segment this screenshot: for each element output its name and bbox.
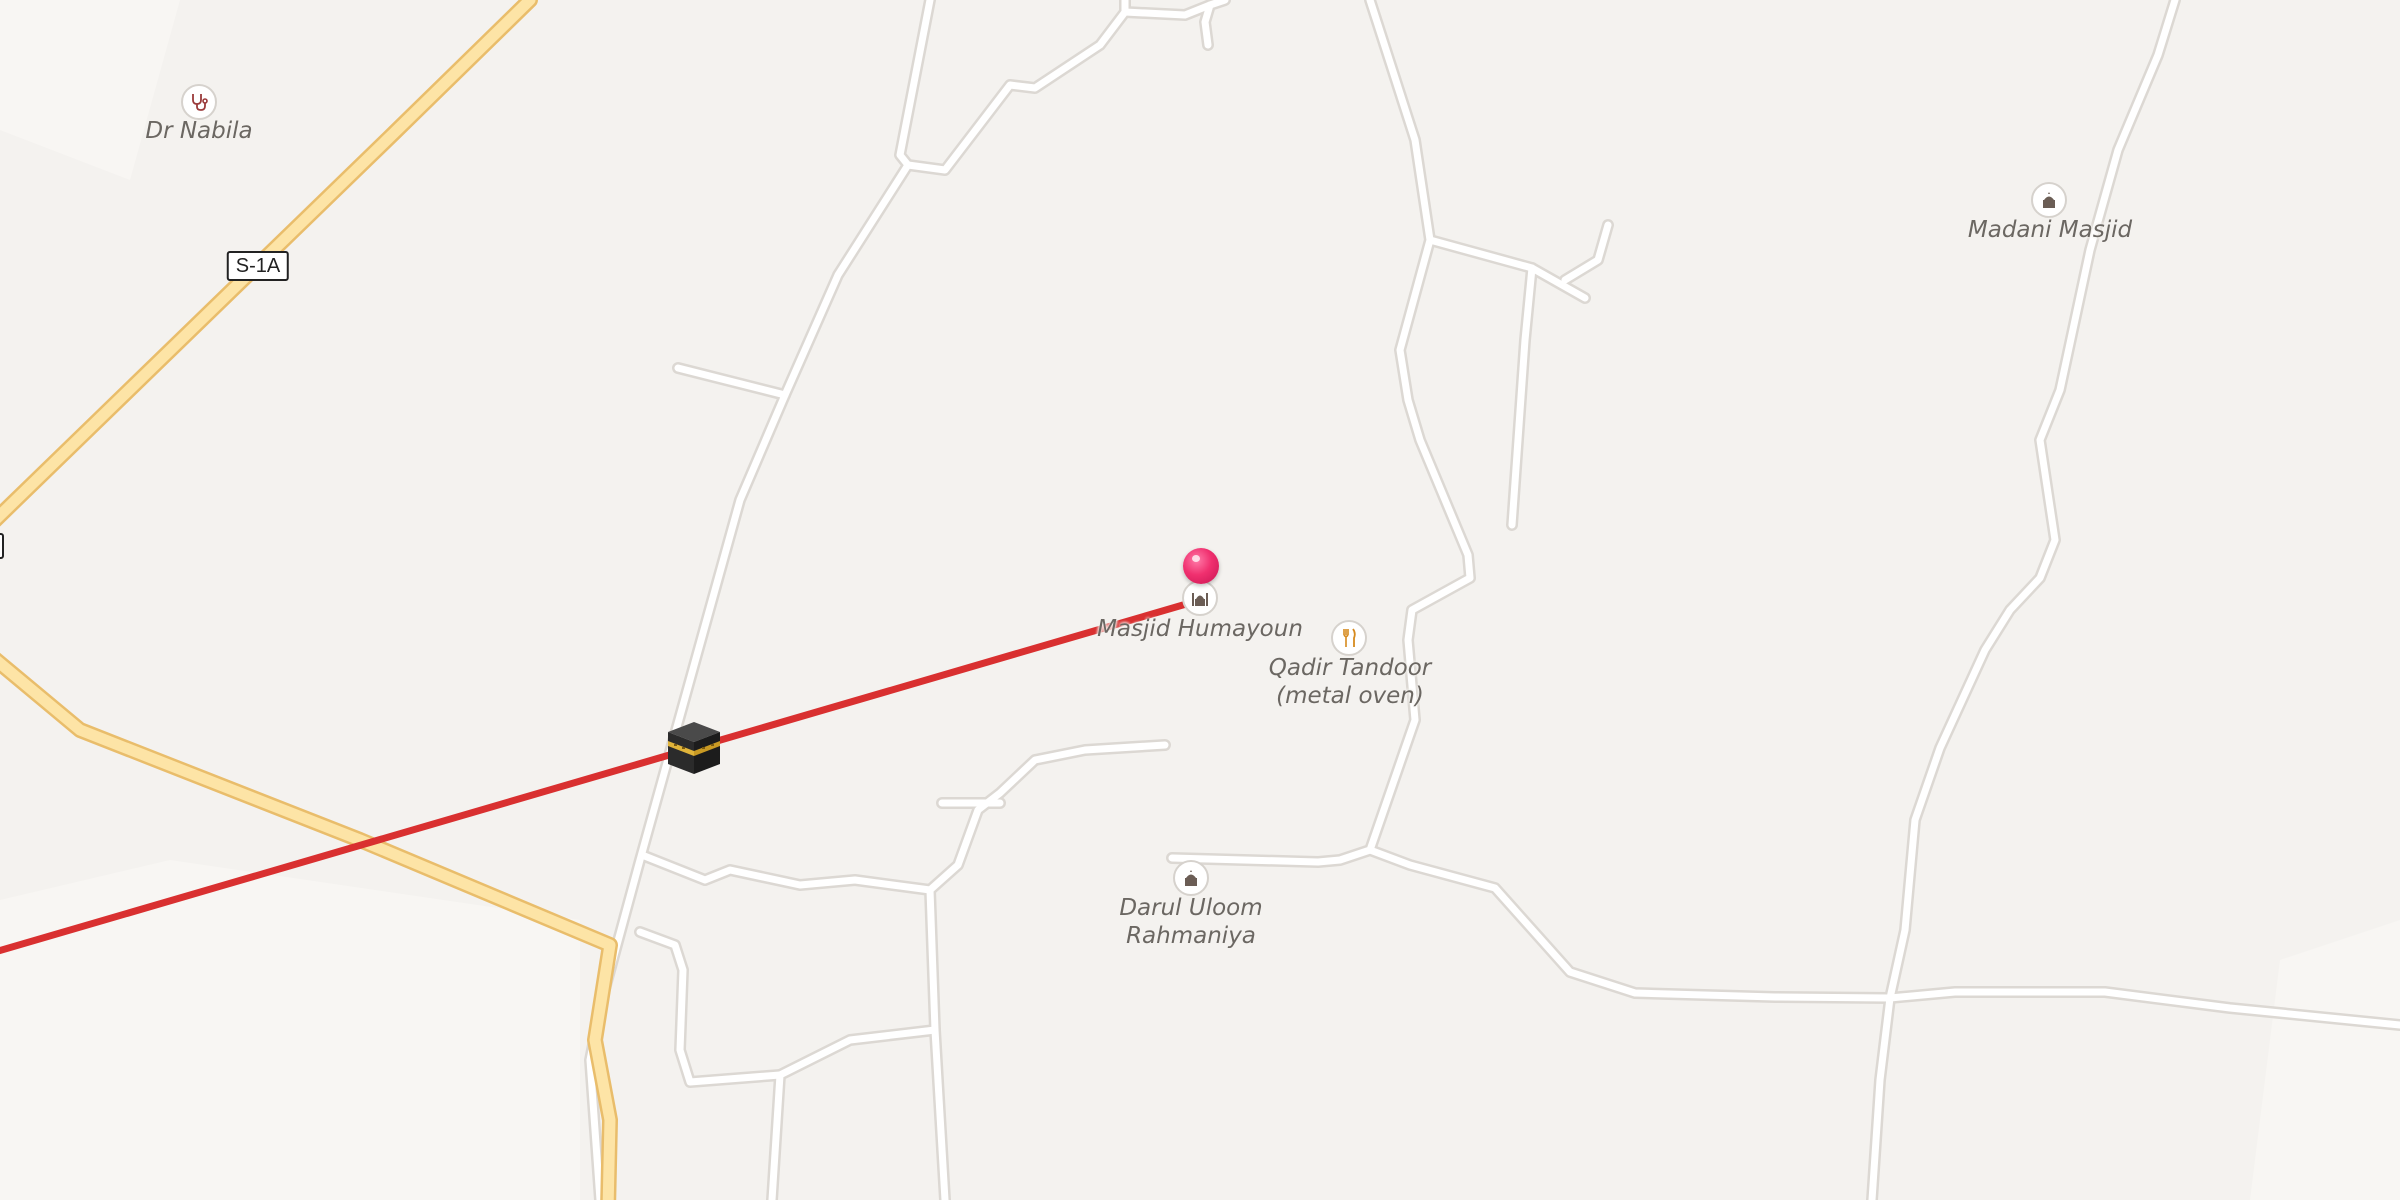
minor-roads [584, 0, 2400, 1200]
stethoscope-icon[interactable] [181, 84, 217, 120]
kaaba-icon[interactable] [666, 720, 722, 780]
map-canvas[interactable]: S-1A Dr Nabila Madani Masjid Masjid Huma… [0, 0, 2400, 1200]
restaurant-icon[interactable] [1331, 620, 1367, 656]
poi-label-qadir-tandoor[interactable]: Qadir Tandoor (metal oven) [1269, 654, 1431, 710]
mosque-icon[interactable] [2031, 182, 2067, 218]
poi-label-line: Qadir Tandoor [1268, 655, 1432, 681]
land-patch [2250, 920, 2400, 1200]
mosque-icon[interactable] [1182, 580, 1218, 616]
land-patch [0, 860, 580, 1200]
poi-label-line: Rahmaniya [1126, 923, 1256, 949]
location-pin[interactable] [1183, 548, 1219, 584]
poi-label-madani-masjid[interactable]: Madani Masjid [1968, 216, 2132, 244]
route-shield-partial [0, 533, 4, 559]
poi-label-line: (metal oven) [1276, 683, 1424, 709]
poi-label-dr-nabila[interactable]: Dr Nabila [145, 117, 252, 145]
poi-label-masjid-humayoun[interactable]: Masjid Humayoun [1097, 615, 1303, 643]
mosque-icon[interactable] [1173, 860, 1209, 896]
poi-label-line: Darul Uloom [1119, 895, 1263, 921]
route-shield-s1a: S-1A [226, 251, 290, 281]
poi-label-darul-uloom[interactable]: Darul Uloom Rahmaniya [1119, 894, 1262, 950]
land-patch [0, 0, 180, 180]
